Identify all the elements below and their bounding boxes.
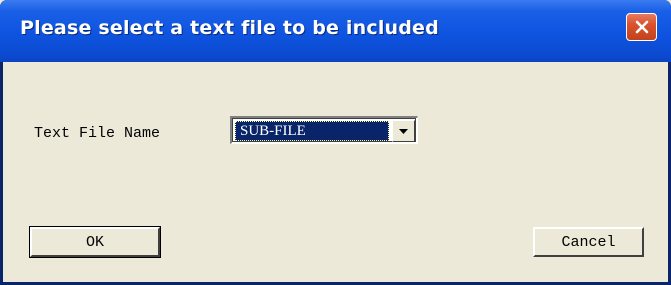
title-bar[interactable]: Please select a text file to be included [0, 0, 671, 62]
dialog-body: Text File Name SUB-FILE OK Cancel [3, 62, 668, 282]
dropdown-button[interactable] [392, 120, 415, 142]
text-file-select-value[interactable]: SUB-FILE [235, 121, 389, 141]
close-button[interactable] [626, 13, 657, 41]
ok-button[interactable]: OK [29, 226, 161, 258]
dialog-window: Please select a text file to be included… [0, 0, 671, 285]
cancel-button[interactable]: Cancel [533, 227, 644, 257]
chevron-down-icon [399, 128, 408, 134]
window-title: Please select a text file to be included [20, 17, 439, 39]
text-file-select[interactable]: SUB-FILE [230, 116, 418, 144]
text-file-name-label: Text File Name [34, 125, 161, 142]
close-icon [635, 20, 648, 34]
